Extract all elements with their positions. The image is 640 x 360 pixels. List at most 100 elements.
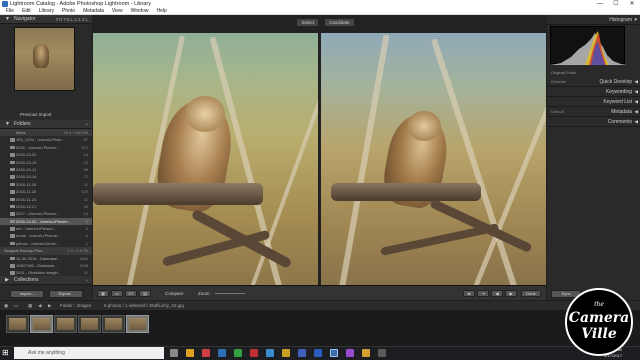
drive2-row[interactable]: Seagate Backup Plus... 1.3 / 1.8 TB xyxy=(0,247,92,255)
done-button[interactable]: Done xyxy=(521,290,541,297)
app-icon[interactable] xyxy=(282,349,290,357)
filmstrip-thumbnail[interactable] xyxy=(54,315,77,333)
folder-row[interactable]: 2016-10-02 14 xyxy=(0,151,92,158)
app-icon[interactable] xyxy=(362,349,370,357)
next-icon[interactable]: ▶ xyxy=(505,290,517,297)
folder-row[interactable]: 2016-10-14 72 xyxy=(0,173,92,180)
photoshop-icon[interactable] xyxy=(298,349,306,357)
app-icon[interactable] xyxy=(314,349,322,357)
close-button[interactable]: ✕ xyxy=(624,0,640,8)
keywording-header[interactable]: Keywording ◀ xyxy=(547,87,640,97)
camera-ville-logo: the Camera Ville xyxy=(565,288,633,356)
folders-add-icon[interactable]: + xyxy=(85,120,88,129)
maximize-button[interactable]: ☐ xyxy=(608,0,624,8)
folder-row[interactable]: 2016-12-27 34 xyxy=(0,203,92,210)
histogram-graph xyxy=(551,31,626,65)
menu-view[interactable]: View xyxy=(108,8,127,14)
menu-window[interactable]: Window xyxy=(127,8,153,14)
taskbar-search[interactable]: Ask me anything xyxy=(14,347,164,359)
folder-row[interactable]: nome - Users\LrPicture... 0 xyxy=(0,232,92,239)
survey-view-icon[interactable]: ▤ xyxy=(139,290,151,297)
export-button[interactable]: Export... xyxy=(49,290,83,298)
menu-photo[interactable]: Photo xyxy=(58,8,79,14)
folder-row[interactable]: 2017 - Users\LrPicture... 14 xyxy=(0,210,92,217)
volume-row[interactable]: Macs 78.4 / 180 GB xyxy=(0,129,92,137)
import-button[interactable]: Import... xyxy=(10,290,44,298)
app-icon[interactable] xyxy=(266,349,274,357)
folder-icon xyxy=(10,256,15,261)
filmstrip-thumbnail-selected[interactable] xyxy=(30,315,53,333)
keyword-list-header[interactable]: Keyword List ◀ xyxy=(547,97,640,107)
edge-icon[interactable] xyxy=(218,349,226,357)
folder-count: 372 xyxy=(81,144,88,150)
folder-row[interactable]: 2016-11-20 120 xyxy=(0,188,92,195)
second-window-icon[interactable]: ▭ xyxy=(14,301,18,310)
menu-help[interactable]: Help xyxy=(152,8,170,14)
navigator-header[interactable]: ▼ Navigator FIT FILL 1:1 3:1 xyxy=(0,15,92,24)
swap-icon[interactable]: ⇄ xyxy=(463,290,475,297)
previous-import[interactable]: Previous Import xyxy=(0,111,92,119)
lightroom-taskbar-icon[interactable] xyxy=(330,349,338,357)
zoom-fill[interactable]: FILL xyxy=(64,17,73,22)
metadata-preset[interactable]: Default xyxy=(551,107,564,117)
app-icon[interactable] xyxy=(202,349,210,357)
filmstrip-back-icon[interactable]: ◀ xyxy=(38,301,41,310)
metadata-header[interactable]: Default Metadata ◀ xyxy=(547,107,640,117)
compare-view-icon[interactable]: XY xyxy=(125,290,137,297)
loupe-view-icon[interactable]: ▭ xyxy=(111,290,123,297)
zoom-fit[interactable]: FIT xyxy=(56,17,63,22)
filmstrip-source[interactable]: Folder : Images xyxy=(60,301,91,310)
make-select-icon[interactable]: ⇥ xyxy=(477,290,489,297)
app-icon[interactable] xyxy=(378,349,386,357)
task-view-icon[interactable] xyxy=(170,349,178,357)
collections-header[interactable]: ▶ Collections + xyxy=(0,276,92,285)
zoom-1-1[interactable]: 1:1 xyxy=(74,17,80,22)
comments-header[interactable]: Comments ◀ xyxy=(547,117,640,127)
filmstrip-thumbnail[interactable] xyxy=(102,315,125,333)
collections-add-icon[interactable]: + xyxy=(85,276,88,285)
minimize-button[interactable]: — xyxy=(592,0,608,8)
folder-icon xyxy=(10,197,15,202)
folder-row[interactable]: 2016-11-18 11 xyxy=(0,181,92,188)
folder-row[interactable]: me - Users\LrPicture... 0 xyxy=(0,225,92,232)
collapse-triangle-icon: ▼ xyxy=(633,17,638,22)
folder-count: 8 xyxy=(85,218,88,224)
folder-row[interactable]: 2016-10-11 96 xyxy=(0,166,92,173)
app-icon[interactable] xyxy=(250,349,258,357)
folder-row[interactable]: 2016-12-02 - Users\LrPicture... 8 xyxy=(0,217,92,226)
folder-row[interactable]: 2016-11-24 11 xyxy=(0,196,92,203)
zoom-slider[interactable] xyxy=(215,293,245,294)
filmstrip-grid-icon[interactable]: ▦ xyxy=(28,301,32,310)
filmstrip-forward-icon[interactable]: ▶ xyxy=(48,301,51,310)
menu-file[interactable]: File xyxy=(2,8,18,14)
folders-header[interactable]: ▼ Folders + xyxy=(0,120,92,129)
folder-row[interactable]: 2016 - Users\LrPicture... 372 xyxy=(0,144,92,151)
folder-row[interactable]: pienso - Users\LrDesk... 1 xyxy=(0,240,92,247)
folder-row[interactable]: 2016-10-10 12 xyxy=(0,159,92,166)
folder-row[interactable]: 10607180 - Datanase... 1198 xyxy=(0,262,92,269)
grid-icon[interactable]: ▣ xyxy=(4,301,8,310)
histogram-header[interactable]: Histogram ▼ xyxy=(547,15,640,25)
folder-row[interactable]: 100_1204 - Users\LrPictu... 37 xyxy=(0,136,92,143)
windows-start-icon[interactable]: ⊞ xyxy=(2,348,11,357)
filmstrip-thumbnail[interactable] xyxy=(6,315,29,333)
menu-library[interactable]: Library xyxy=(35,8,58,14)
candidate-photo[interactable] xyxy=(321,33,546,293)
quick-develop-header[interactable]: Defaults Quick Develop ◀ xyxy=(547,77,640,87)
menu-edit[interactable]: Edit xyxy=(18,8,35,14)
quick-develop-preset[interactable]: Defaults xyxy=(551,77,566,87)
navigator-zoom-options[interactable]: FIT FILL 1:1 3:1 xyxy=(56,15,88,24)
folder-row[interactable]: 12-30-2016 - Datanase... 1180 xyxy=(0,255,92,262)
file-explorer-icon[interactable] xyxy=(186,349,194,357)
zoom-3-1[interactable]: 3:1 xyxy=(82,17,88,22)
app-icon[interactable] xyxy=(346,349,354,357)
menu-metadata[interactable]: Metadata xyxy=(79,8,108,14)
filmstrip-thumbnail-candidate[interactable] xyxy=(126,315,149,333)
folder-icon xyxy=(10,145,15,150)
filmstrip-thumbnail[interactable] xyxy=(78,315,101,333)
previous-icon[interactable]: ◀ xyxy=(491,290,503,297)
filmstrip-info: 6 photos / 1 selected / StaffLichy_02.jp… xyxy=(104,303,184,308)
select-photo[interactable] xyxy=(93,33,318,293)
app-icon[interactable] xyxy=(234,349,242,357)
grid-view-icon[interactable]: ▦ xyxy=(97,290,109,297)
